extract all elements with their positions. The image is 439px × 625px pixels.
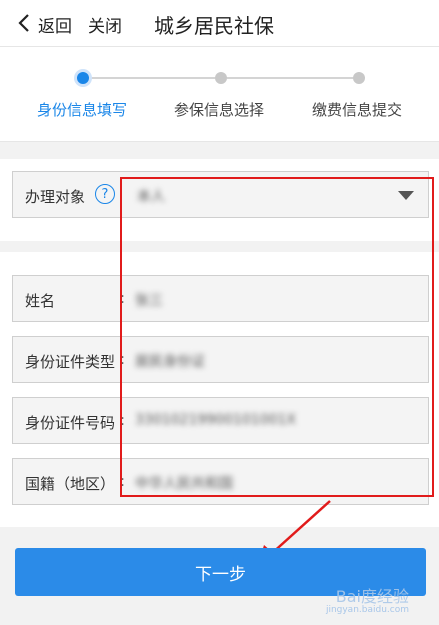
page-title: 城乡居民社保 — [154, 14, 274, 38]
name-colon: : — [120, 289, 126, 307]
nationality-colon: : — [120, 472, 126, 490]
handle-target-label: 办理对象 — [25, 188, 86, 206]
id-type-colon: : — [120, 350, 126, 368]
close-button[interactable]: 关闭 — [88, 12, 122, 37]
step-connector — [227, 77, 353, 79]
step-dot-1 — [77, 72, 89, 84]
id-number-colon: : — [120, 411, 126, 429]
nationality-field[interactable]: 国籍（地区） : 中华人民共和国 — [12, 458, 429, 505]
handle-target-select[interactable]: 办理对象 ? 本人 — [12, 171, 429, 218]
id-type-value: 居民身份证 — [135, 354, 205, 370]
baidu-watermark-url: jingyan.baidu.com — [325, 605, 409, 615]
progress-stepper: 身份信息填写 参保信息选择 缴费信息提交 — [0, 46, 439, 142]
handle-target-value: 本人 — [137, 189, 165, 205]
id-number-field[interactable]: 身份证件号码 : 33010219900101001X — [12, 397, 429, 444]
name-value: 张三 — [135, 293, 163, 309]
baidu-watermark: Bai度经验 — [335, 587, 409, 606]
dropdown-arrow-icon[interactable] — [398, 191, 414, 200]
step-dot-3 — [353, 72, 365, 84]
id-type-field[interactable]: 身份证件类型 : 居民身份证 — [12, 336, 429, 383]
nationality-value: 中华人民共和国 — [135, 476, 233, 492]
id-number-value: 33010219900101001X — [135, 412, 297, 428]
id-number-label: 身份证件号码 — [25, 414, 116, 432]
name-field[interactable]: 姓名 : 张三 — [12, 275, 429, 322]
step-label-payment: 缴费信息提交 — [312, 101, 403, 119]
help-icon[interactable]: ? — [95, 184, 115, 204]
nationality-label: 国籍（地区） — [25, 475, 116, 493]
step-label-identity: 身份信息填写 — [37, 101, 128, 119]
step-connector — [90, 77, 215, 79]
id-type-label: 身份证件类型 — [25, 353, 116, 371]
back-button[interactable]: 返回 — [38, 12, 72, 37]
step-label-insurance: 参保信息选择 — [174, 101, 265, 119]
name-label: 姓名 — [25, 292, 56, 310]
step-dot-2 — [215, 72, 227, 84]
chevron-left-icon[interactable] — [16, 13, 32, 33]
header: 返回 关闭 城乡居民社保 — [0, 0, 439, 46]
